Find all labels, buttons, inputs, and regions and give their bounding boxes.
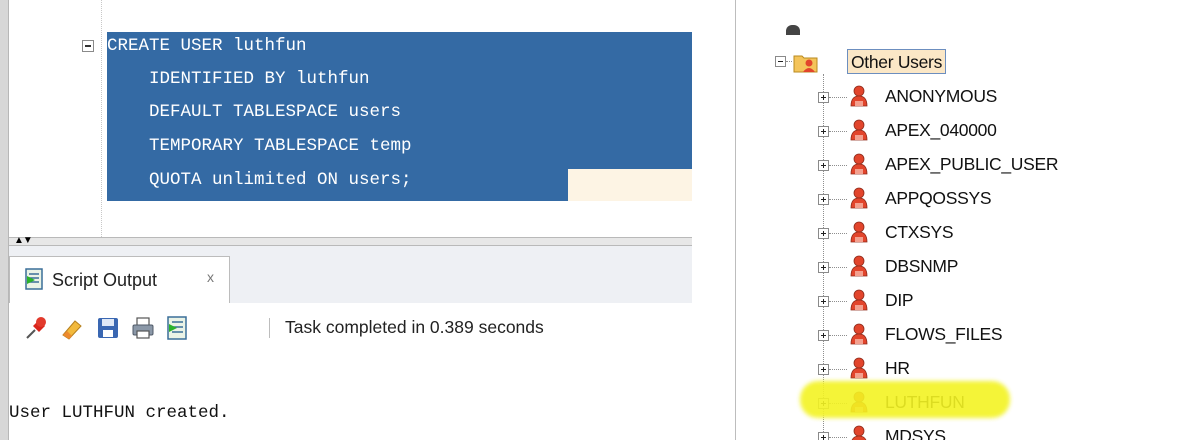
user-icon — [850, 221, 868, 243]
expand-icon[interactable] — [818, 194, 829, 205]
pin-icon[interactable] — [24, 315, 50, 341]
code-line-1[interactable]: CREATE USER luthfun — [107, 36, 307, 56]
sql-developer-left-panel: CREATE USER luthfun IDENTIFIED BY luthfu… — [0, 0, 692, 440]
user-icon — [850, 187, 868, 209]
user-icon — [851, 425, 867, 440]
user-icon — [850, 289, 868, 311]
code-line-2[interactable]: IDENTIFIED BY luthfun — [107, 69, 370, 89]
user-icon — [850, 357, 868, 379]
expand-icon[interactable] — [818, 228, 829, 239]
tree-connector — [829, 233, 847, 234]
user-label: APPQOSSYS — [885, 188, 992, 208]
expand-icon[interactable] — [818, 126, 829, 137]
user-icon — [850, 323, 868, 345]
user-label: APEX_PUBLIC_USER — [885, 154, 1059, 174]
other-users-folder-icon — [793, 55, 818, 73]
tree-connector — [829, 301, 847, 302]
script-output-panel: Script Output x Task completed in 0.389 … — [9, 246, 692, 440]
tree-connector — [829, 131, 847, 132]
tree-connector — [829, 335, 847, 336]
tab-script-output[interactable]: Script Output x — [9, 256, 230, 303]
user-icon — [850, 255, 868, 277]
expand-icon[interactable] — [818, 364, 829, 375]
expand-icon[interactable] — [818, 432, 829, 440]
toolbar-separator — [269, 318, 270, 338]
code-fold-collapse-icon[interactable] — [82, 40, 94, 52]
tab-label: Script Output — [52, 270, 158, 290]
collapse-icon[interactable] — [775, 56, 786, 67]
expand-icon[interactable] — [818, 92, 829, 103]
connections-tree-panel: Other Users ANONYMOUS APEX_040000 APEX_PUB… — [735, 0, 1185, 440]
user-label: HR — [885, 358, 910, 378]
print-icon[interactable] — [130, 315, 156, 341]
eraser-icon[interactable] — [59, 315, 85, 341]
tree-connector — [829, 199, 847, 200]
output-toolbar: Task completed in 0.389 seconds — [9, 303, 692, 354]
current-line-highlight — [568, 169, 692, 201]
code-line-3[interactable]: DEFAULT TABLESPACE users — [107, 102, 401, 122]
script-output-icon — [25, 268, 43, 290]
expand-icon[interactable] — [818, 296, 829, 307]
user-label: CTXSYS — [885, 222, 954, 242]
user-label: FLOWS_FILES — [885, 324, 1003, 344]
tab-close-icon[interactable]: x — [207, 269, 214, 285]
save-icon[interactable] — [95, 315, 121, 341]
user-label: MDSYS — [885, 426, 946, 440]
script-output-text: User LUTHFUN created. — [9, 403, 230, 423]
code-line-4[interactable]: TEMPORARY TABLESPACE temp — [107, 136, 412, 156]
open-script-icon[interactable] — [164, 315, 190, 341]
user-label: ANONYMOUS — [885, 86, 998, 106]
code-line-5[interactable]: QUOTA unlimited ON users; — [107, 170, 412, 190]
task-status-text: Task completed in 0.389 seconds — [285, 317, 544, 337]
expand-icon[interactable] — [818, 262, 829, 273]
tree-node-other-users[interactable]: Other Users — [847, 49, 947, 74]
partial-node-icon — [786, 25, 800, 35]
output-tab-bar: Script Output x — [9, 246, 692, 304]
tree-connector — [829, 437, 847, 438]
tree-connector — [829, 165, 847, 166]
tree-connector — [786, 61, 792, 62]
user-icon — [850, 119, 868, 141]
user-label: APEX_040000 — [885, 120, 997, 140]
gutter-line — [101, 0, 102, 237]
user-label: DBSNMP — [885, 256, 959, 276]
panel-splitter[interactable]: ▲▼ — [9, 235, 692, 246]
user-icon — [850, 85, 868, 107]
tree-connector — [829, 267, 847, 268]
expand-icon[interactable] — [818, 330, 829, 341]
highlight-marker — [800, 381, 1010, 418]
left-edge-bar — [0, 0, 9, 440]
tree-connector — [829, 97, 847, 98]
user-label: DIP — [885, 290, 914, 310]
tree-connector — [829, 369, 847, 370]
sql-worksheet-editor[interactable]: CREATE USER luthfun IDENTIFIED BY luthfu… — [9, 0, 692, 237]
expand-icon[interactable] — [818, 160, 829, 171]
user-icon — [850, 153, 868, 175]
